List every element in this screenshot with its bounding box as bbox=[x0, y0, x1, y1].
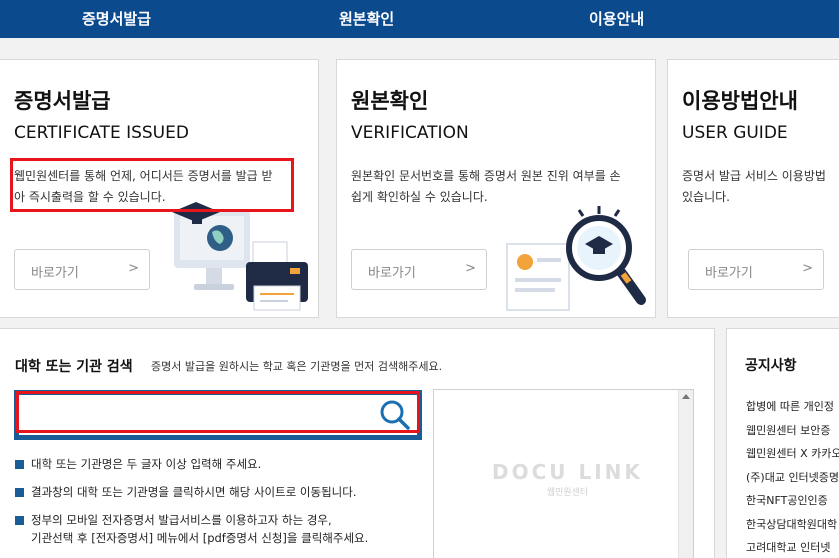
bullet-square-icon bbox=[15, 488, 24, 497]
go-button[interactable]: 바로가기 > bbox=[688, 249, 824, 290]
guideline-text: 기관선택 후 [전자증명서] 메뉴에서 [pdf증명서 신청]을 클릭해주세요. bbox=[31, 531, 369, 545]
card-subtitle: VERIFICATION bbox=[351, 123, 469, 143]
desc-line: 있습니다. bbox=[682, 190, 730, 204]
magnifier-certificate-illustration bbox=[506, 206, 646, 311]
card-certificate-issue: 증명서발급 CERTIFICATE ISSUED 웹민원센터를 통해 언제, 어… bbox=[0, 59, 319, 318]
card-description: 증명서 발급 서비스 이용방법 있습니다. bbox=[682, 166, 839, 208]
search-panel: 대학 또는 기관 검색 증명서 발급을 원하시는 학교 혹은 기관명을 먼저 검… bbox=[0, 328, 715, 558]
chevron-right-icon: > bbox=[802, 261, 813, 276]
search-guidelines: 대학 또는 기관명은 두 글자 이상 입력해 주세요. 결과창의 대학 또는 기… bbox=[15, 455, 425, 557]
card-title: 원본확인 bbox=[351, 89, 429, 113]
notice-panel: 공지사항 합병에 따른 개인정 웹민원센터 보안증 웹민원센터 X 카카오 (주… bbox=[726, 328, 839, 558]
notice-item[interactable]: 웹민원센터 보안증 bbox=[746, 419, 839, 443]
notice-item[interactable]: 합병에 따른 개인정 bbox=[746, 395, 839, 419]
notice-item[interactable]: 한국상담대학원대학 bbox=[746, 513, 839, 537]
guideline-item: 결과창의 대학 또는 기관명을 클릭하시면 해당 사이트로 이동됩니다. bbox=[15, 483, 425, 501]
guideline-text: 대학 또는 기관명은 두 글자 이상 입력해 주세요. bbox=[31, 457, 262, 471]
desc-line: 증명서 발급 서비스 이용방법 bbox=[682, 169, 826, 183]
notice-title: 공지사항 bbox=[745, 358, 797, 374]
notice-item[interactable]: 고려대학교 인터넷 bbox=[746, 536, 839, 558]
results-scrollbar[interactable] bbox=[678, 390, 693, 558]
computer-printer-illustration bbox=[172, 202, 308, 311]
desc-line: 원본확인 문서번호를 통해 증명서 원본 진위 여부를 손 bbox=[351, 169, 621, 183]
card-user-guide: 이용방법안내 USER GUIDE 증명서 발급 서비스 이용방법 있습니다. … bbox=[667, 59, 839, 318]
bullet-square-icon bbox=[15, 460, 24, 469]
guideline-item: 정부의 모바일 전자증명서 발급서비스를 이용하고자 하는 경우, 기관선택 후… bbox=[15, 511, 425, 547]
notice-item[interactable]: (주)대교 인터넷증명 bbox=[746, 466, 839, 490]
go-button-label: 바로가기 bbox=[31, 266, 79, 281]
search-hint: 증명서 발급을 원하시는 학교 혹은 기관명을 먼저 검색해주세요. bbox=[151, 360, 443, 373]
nav-verification[interactable]: 원본확인 bbox=[339, 8, 394, 29]
watermark-logo-text: DOCU LINK bbox=[492, 460, 643, 484]
notice-item[interactable]: 한국NFT공인인증 bbox=[746, 489, 839, 513]
notice-item[interactable]: 웹민원센터 X 카카오 bbox=[746, 442, 839, 466]
search-results-box[interactable]: DOCU LINK 웹민원센터 bbox=[433, 389, 694, 558]
nav-certificate-issue[interactable]: 증명서발급 bbox=[82, 8, 151, 29]
go-button[interactable]: 바로가기 > bbox=[351, 249, 487, 290]
nav-user-guide[interactable]: 이용안내 bbox=[589, 8, 644, 29]
chevron-right-icon: > bbox=[465, 261, 476, 276]
scroll-up-arrow-icon[interactable] bbox=[682, 394, 690, 399]
card-title: 증명서발급 bbox=[14, 89, 111, 113]
watermark-sub-text: 웹민원센터 bbox=[546, 488, 589, 498]
highlight-box bbox=[10, 158, 294, 212]
guideline-text: 정부의 모바일 전자증명서 발급서비스를 이용하고자 하는 경우, bbox=[31, 513, 332, 527]
go-button[interactable]: 바로가기 > bbox=[14, 249, 150, 290]
docu-link-watermark-logo: DOCU LINK 웹민원센터 bbox=[492, 460, 643, 498]
highlight-box bbox=[16, 391, 420, 433]
notice-list: 합병에 따른 개인정 웹민원센터 보안증 웹민원센터 X 카카오 (주)대교 인… bbox=[746, 395, 839, 558]
top-nav: 증명서발급 원본확인 이용안내 bbox=[0, 0, 839, 38]
bullet-square-icon bbox=[15, 516, 24, 525]
go-button-label: 바로가기 bbox=[368, 266, 416, 281]
guideline-text: 결과창의 대학 또는 기관명을 클릭하시면 해당 사이트로 이동됩니다. bbox=[31, 485, 357, 499]
card-verification: 원본확인 VERIFICATION 원본확인 문서번호를 통해 증명서 원본 진… bbox=[336, 59, 656, 318]
guideline-item: 대학 또는 기관명은 두 글자 이상 입력해 주세요. bbox=[15, 455, 425, 473]
search-title: 대학 또는 기관 검색 bbox=[15, 359, 133, 375]
chevron-right-icon: > bbox=[128, 261, 139, 276]
card-title: 이용방법안내 bbox=[682, 89, 798, 113]
card-subtitle: CERTIFICATE ISSUED bbox=[14, 123, 189, 143]
card-subtitle: USER GUIDE bbox=[682, 123, 788, 143]
go-button-label: 바로가기 bbox=[705, 266, 753, 281]
